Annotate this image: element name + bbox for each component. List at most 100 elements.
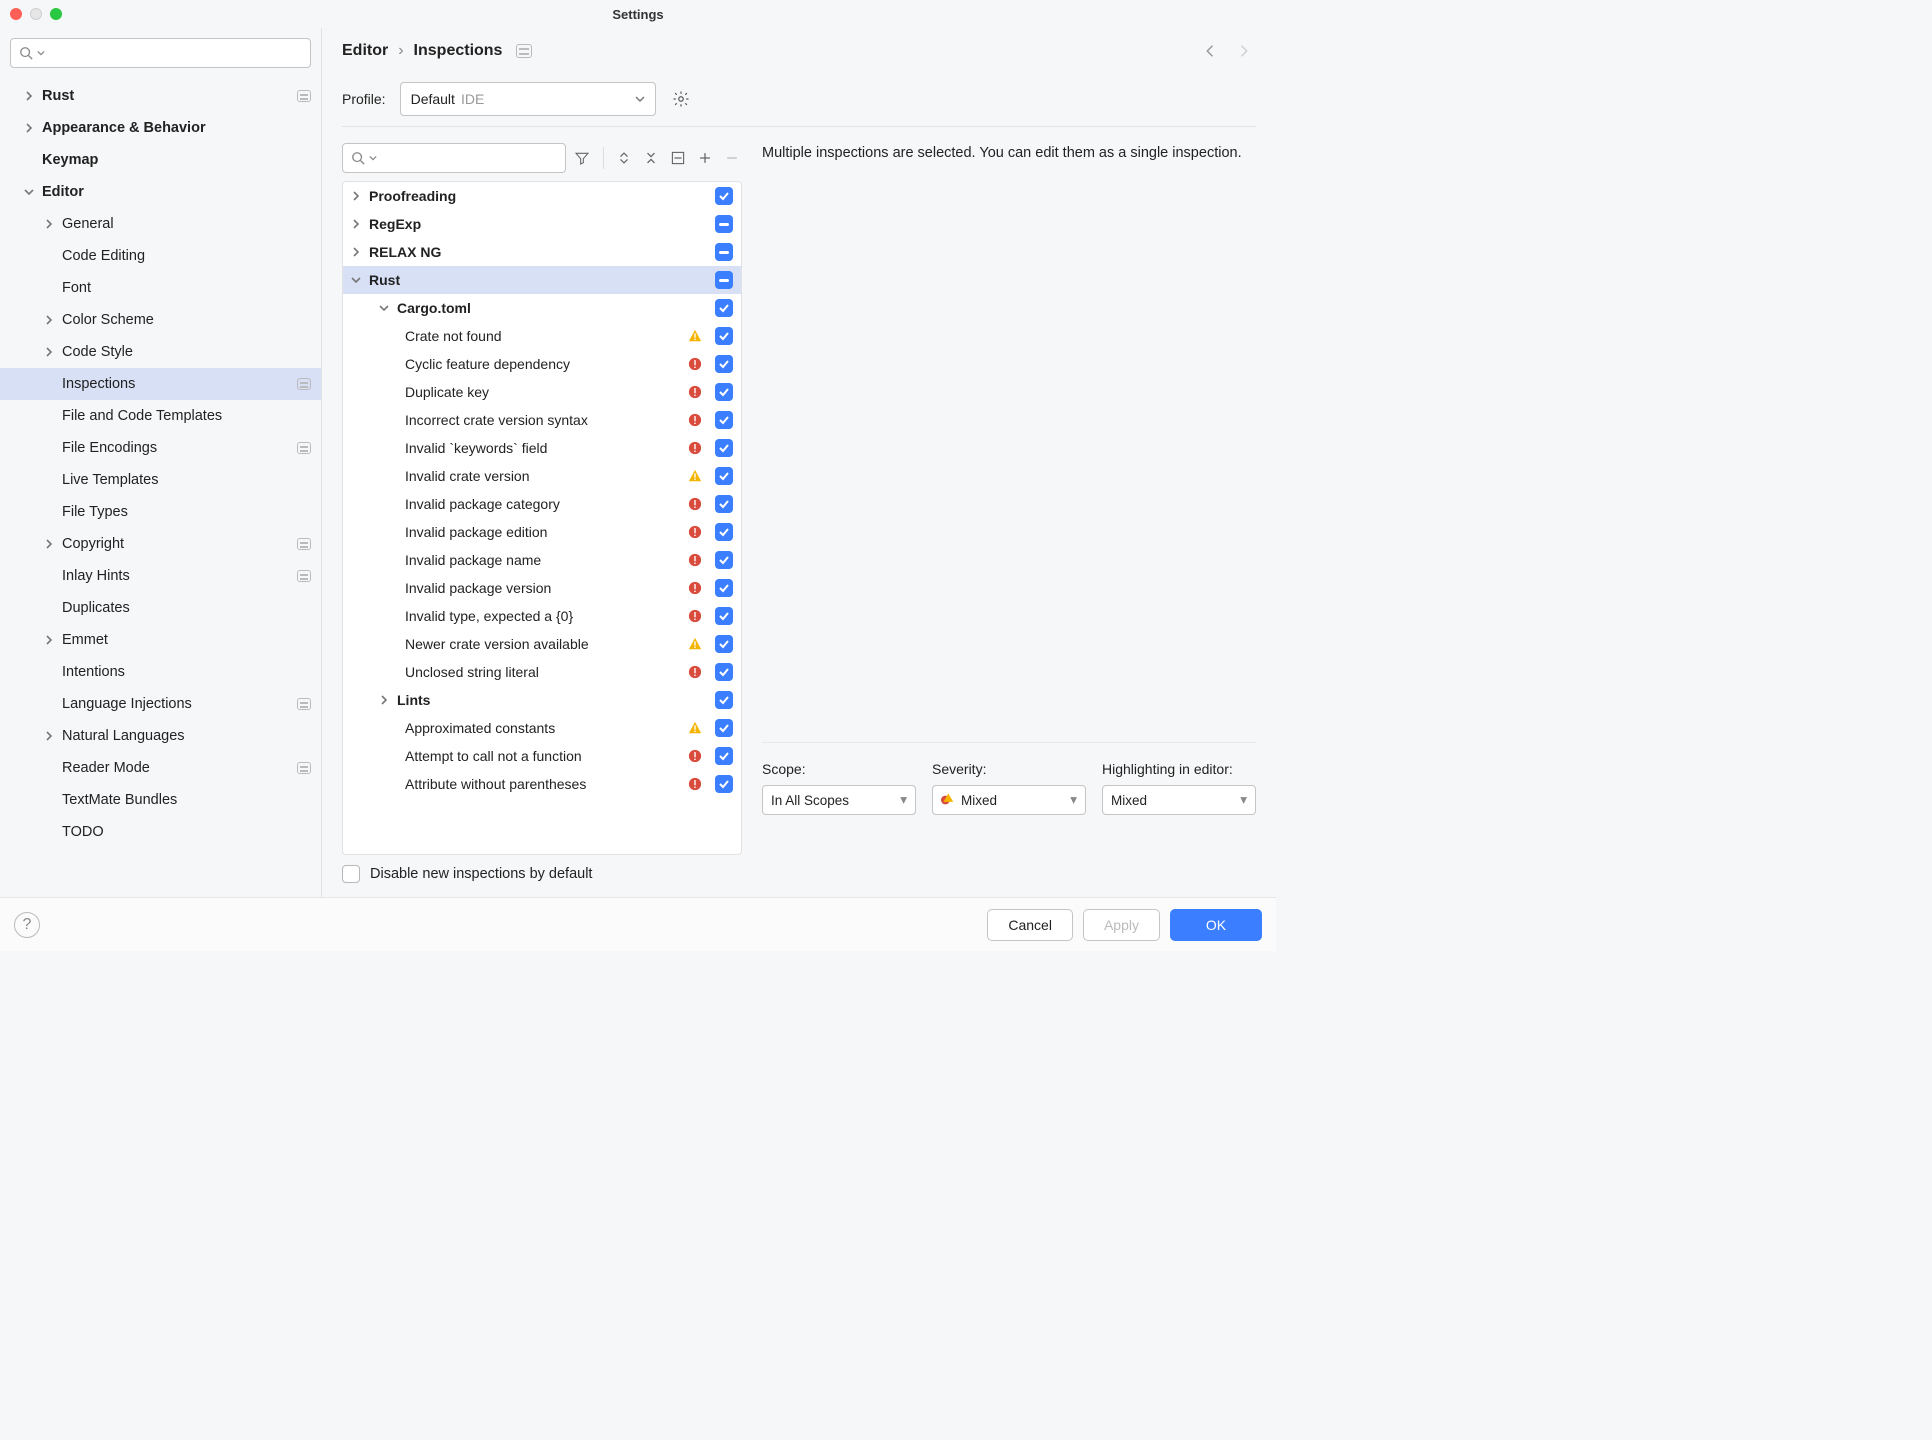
checkbox-checked[interactable] [715, 747, 733, 765]
inspection-row[interactable]: Invalid package category [343, 490, 741, 518]
sidebar-item[interactable]: Code Editing [0, 240, 321, 272]
checkbox-checked[interactable] [715, 579, 733, 597]
cancel-button[interactable]: Cancel [987, 909, 1073, 941]
inspection-search-field[interactable] [381, 151, 557, 166]
sidebar-item[interactable]: File Types [0, 496, 321, 528]
inspection-row[interactable]: Cargo.toml [343, 294, 741, 322]
checkbox-checked[interactable] [715, 719, 733, 737]
severity-dropdown[interactable]: Mixed ▾ [932, 785, 1086, 815]
sidebar-item[interactable]: Appearance & Behavior [0, 112, 321, 144]
scope-dropdown[interactable]: In All Scopes ▾ [762, 785, 916, 815]
disable-new-checkbox[interactable] [342, 865, 360, 883]
checkbox-checked[interactable] [715, 411, 733, 429]
ok-button[interactable]: OK [1170, 909, 1262, 941]
nav-back-icon[interactable] [1202, 42, 1220, 60]
help-button[interactable]: ? [14, 912, 40, 938]
sidebar-item[interactable]: Font [0, 272, 321, 304]
checkbox-checked[interactable] [715, 299, 733, 317]
checkbox-checked[interactable] [715, 187, 733, 205]
checkbox-checked[interactable] [715, 327, 733, 345]
checkbox-checked[interactable] [715, 691, 733, 709]
inspection-label: Cargo.toml [397, 300, 471, 316]
window-close-button[interactable] [10, 8, 22, 20]
sidebar-item[interactable]: TODO [0, 816, 321, 848]
inspection-row[interactable]: Newer crate version available [343, 630, 741, 658]
inspection-row[interactable]: Rust [343, 266, 741, 294]
sidebar-item[interactable]: Reader Mode [0, 752, 321, 784]
checkbox-checked[interactable] [715, 551, 733, 569]
sidebar-item[interactable]: File Encodings [0, 432, 321, 464]
sidebar-item[interactable]: Rust [0, 80, 321, 112]
severity-label: Severity: [932, 761, 1086, 777]
inspection-row[interactable]: Unclosed string literal [343, 658, 741, 686]
inspection-row[interactable]: Approximated constants [343, 714, 741, 742]
sidebar-item[interactable]: Keymap [0, 144, 321, 176]
sidebar-item[interactable]: Duplicates [0, 592, 321, 624]
inspection-row[interactable]: Invalid crate version [343, 462, 741, 490]
checkbox-mixed[interactable] [715, 215, 733, 233]
sidebar-item[interactable]: Color Scheme [0, 304, 321, 336]
checkbox-checked[interactable] [715, 775, 733, 793]
sidebar-item[interactable]: Editor [0, 176, 321, 208]
inspection-row[interactable]: RegExp [343, 210, 741, 238]
breadcrumb-root: Editor [342, 42, 388, 60]
reset-button[interactable] [667, 146, 688, 170]
collapse-all-button[interactable] [641, 146, 662, 170]
checkbox-checked[interactable] [715, 663, 733, 681]
filter-button[interactable] [572, 146, 593, 170]
inspection-row[interactable]: Crate not found [343, 322, 741, 350]
window-title: Settings [612, 7, 663, 22]
add-button[interactable] [694, 146, 715, 170]
sidebar-item[interactable]: Code Style [0, 336, 321, 368]
profile-dropdown[interactable]: Default IDE [400, 82, 656, 116]
inspection-row[interactable]: Invalid package edition [343, 518, 741, 546]
inspection-row[interactable]: Invalid type, expected a {0} [343, 602, 741, 630]
sidebar-item[interactable]: Inlay Hints [0, 560, 321, 592]
expand-all-button[interactable] [614, 146, 635, 170]
checkbox-checked[interactable] [715, 439, 733, 457]
checkbox-mixed[interactable] [715, 243, 733, 261]
highlighting-dropdown[interactable]: Mixed ▾ [1102, 785, 1256, 815]
sidebar-item-label: Reader Mode [62, 760, 150, 776]
sidebar-item[interactable]: Intentions [0, 656, 321, 688]
checkbox-checked[interactable] [715, 383, 733, 401]
severity-value: Mixed [961, 793, 997, 808]
sidebar-item[interactable]: File and Code Templates [0, 400, 321, 432]
checkbox-checked[interactable] [715, 523, 733, 541]
checkbox-checked[interactable] [715, 495, 733, 513]
checkbox-mixed[interactable] [715, 271, 733, 289]
sidebar-item[interactable]: TextMate Bundles [0, 784, 321, 816]
inspection-row[interactable]: Cyclic feature dependency [343, 350, 741, 378]
checkbox-checked[interactable] [715, 635, 733, 653]
profile-settings-button[interactable] [670, 88, 692, 110]
inspection-row[interactable]: Invalid package name [343, 546, 741, 574]
inspection-row[interactable]: Invalid `keywords` field [343, 434, 741, 462]
sidebar-item[interactable]: Language Injections [0, 688, 321, 720]
remove-button[interactable] [721, 146, 742, 170]
inspection-row[interactable]: RELAX NG [343, 238, 741, 266]
sidebar-search-field[interactable] [49, 46, 302, 61]
inspection-label: Invalid type, expected a {0} [405, 608, 573, 624]
window-minimize-button[interactable] [30, 8, 42, 20]
inspection-row[interactable]: Invalid package version [343, 574, 741, 602]
inspection-row[interactable]: Attempt to call not a function [343, 742, 741, 770]
inspection-row[interactable]: Attribute without parentheses [343, 770, 741, 798]
sidebar-item[interactable]: Inspections [0, 368, 321, 400]
checkbox-checked[interactable] [715, 355, 733, 373]
sidebar-item[interactable]: Copyright [0, 528, 321, 560]
sidebar-search-input[interactable] [10, 38, 311, 68]
checkbox-checked[interactable] [715, 607, 733, 625]
sidebar-item[interactable]: Emmet [0, 624, 321, 656]
sidebar-item[interactable]: Natural Languages [0, 720, 321, 752]
sidebar-item[interactable]: Live Templates [0, 464, 321, 496]
sidebar-item[interactable]: General [0, 208, 321, 240]
checkbox-checked[interactable] [715, 467, 733, 485]
inspection-tree[interactable]: ProofreadingRegExpRELAX NGRust Cargo.toml… [342, 181, 742, 855]
chevron-down-icon [369, 154, 377, 162]
inspection-row[interactable]: Duplicate key [343, 378, 741, 406]
inspection-search-input[interactable] [342, 143, 566, 173]
inspection-row[interactable]: Incorrect crate version syntax [343, 406, 741, 434]
window-zoom-button[interactable] [50, 8, 62, 20]
inspection-row[interactable]: Lints [343, 686, 741, 714]
inspection-row[interactable]: Proofreading [343, 182, 741, 210]
